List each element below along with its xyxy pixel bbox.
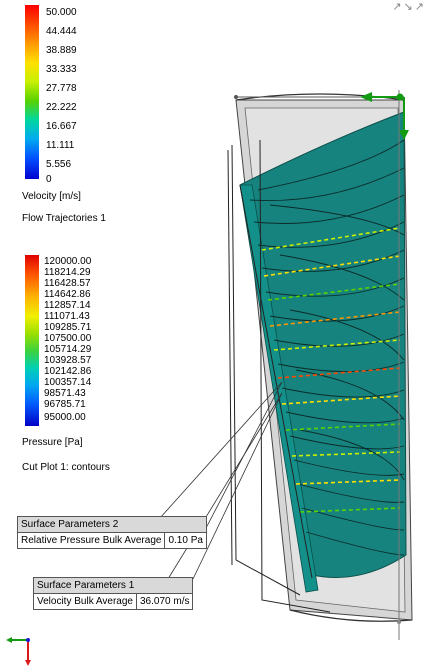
velocity-tick: 44.444 [46, 26, 77, 37]
pressure-unit-label: Pressure [Pa] [22, 437, 83, 448]
coordinate-triad-icon [6, 637, 31, 666]
velocity-tick: 0 [46, 174, 52, 185]
velocity-tick: 16.667 [46, 121, 77, 132]
surface-parameters-1-value: 36.070 m/s [135, 593, 194, 610]
pressure-tick: 114642.86 [44, 289, 91, 300]
flow-trajectories-label: Flow Trajectories 1 [22, 213, 106, 224]
pressure-color-scale [25, 255, 39, 426]
view-orientation-icon[interactable]: ↗↘↗ [392, 0, 426, 13]
surface-parameters-2-param: Relative Pressure Bulk Average [16, 532, 166, 549]
pressure-tick: 98571.43 [44, 388, 86, 399]
pressure-tick: 111071.43 [44, 311, 90, 322]
pressure-tick: 95000.00 [44, 412, 86, 423]
velocity-tick: 27.778 [46, 83, 77, 94]
surface-parameters-2-value: 0.10 Pa [164, 532, 207, 549]
pressure-tick: 109285.71 [44, 322, 92, 333]
surface-parameters-1-param: Velocity Bulk Average [33, 593, 137, 610]
surface-parameters-2-table[interactable]: Surface Parameters 2 Relative Pressure B… [16, 516, 207, 549]
surface-parameters-2-title: Surface Parameters 2 [17, 516, 207, 533]
pressure-tick: 112857.14 [44, 300, 91, 311]
pressure-tick: 107500.00 [44, 333, 92, 344]
surface-parameters-1-table[interactable]: Surface Parameters 1 Velocity Bulk Avera… [32, 577, 194, 610]
pressure-tick: 118214.29 [44, 267, 91, 278]
pressure-tick: 100357.14 [44, 377, 92, 388]
velocity-color-scale [25, 5, 39, 179]
velocity-tick: 5.556 [46, 159, 72, 170]
pressure-tick: 116428.57 [44, 278, 91, 289]
surface-parameters-1-title: Surface Parameters 1 [32, 577, 194, 594]
velocity-unit-label: Velocity [m/s] [22, 191, 81, 202]
velocity-tick: 22.222 [46, 102, 77, 113]
pressure-tick: 105714.29 [44, 344, 92, 355]
cut-plot-label: Cut Plot 1: contours [22, 462, 110, 473]
pressure-tick: 96785.71 [44, 399, 86, 410]
pressure-tick: 120000.00 [44, 256, 92, 267]
velocity-tick: 38.889 [46, 45, 77, 56]
velocity-tick: 33.333 [46, 64, 77, 75]
velocity-tick: 50.000 [46, 7, 77, 18]
velocity-tick: 11.111 [46, 140, 75, 151]
pressure-tick: 103928.57 [44, 355, 92, 366]
pressure-tick: 102142.86 [44, 366, 92, 377]
